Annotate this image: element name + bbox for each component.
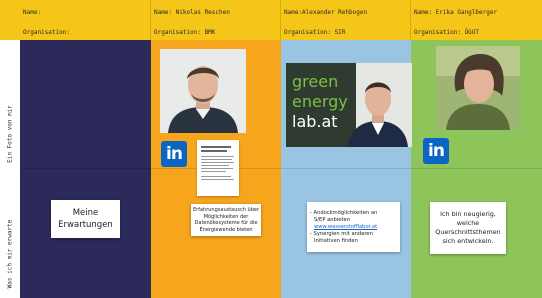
doc-line xyxy=(201,150,227,152)
note-link[interactable]: www.wasserstofflabor.at xyxy=(310,224,397,231)
document-thumbnail[interactable] xyxy=(197,140,239,196)
doc-line xyxy=(201,168,233,169)
note-line: S/EP anbieten xyxy=(314,216,351,223)
header-org-cell[interactable]: Organisation: xyxy=(20,24,151,40)
banner-line-2: energy xyxy=(292,92,348,111)
photo-alexander[interactable]: green energy lab.at xyxy=(286,63,412,147)
header-org-bmk[interactable]: Organisation: BMK xyxy=(151,24,281,40)
portrait-erika-image xyxy=(436,46,520,130)
note-line: Erwartungen xyxy=(58,220,113,230)
sticky-note-erika[interactable]: Ich bin neugierig, welche Querschnittsth… xyxy=(430,202,506,254)
header-org-oegut[interactable]: Organisation: ÖGUT xyxy=(411,24,542,40)
sticky-note-alexander[interactable]: - Andockmöglichkeiten an S/EP anbieten w… xyxy=(307,202,400,252)
header-name-cell[interactable]: Name: xyxy=(20,0,151,24)
doc-line xyxy=(201,165,229,166)
portrait-nikolas-image xyxy=(160,49,246,133)
doc-line xyxy=(201,156,234,157)
doc-line xyxy=(201,162,234,163)
linkedin-icon-glyph: in xyxy=(166,144,183,164)
linkedin-icon[interactable]: in xyxy=(161,141,187,167)
row-label-sidebar: Ein Foto von mir Was ich mir erwarte xyxy=(0,40,21,298)
photo-nikolas[interactable] xyxy=(160,49,246,133)
note-line: welche xyxy=(456,219,480,227)
sticky-note-expectations-title[interactable]: Meine Erwartungen xyxy=(51,200,120,238)
banner-line-1: green xyxy=(292,72,338,91)
whiteboard-canvas[interactable]: Name: Name: Nikolas Reschen Name:Alexand… xyxy=(0,0,542,298)
column-template[interactable] xyxy=(20,40,151,298)
note-line: Querschnittsthemen xyxy=(435,228,501,236)
photo-erika[interactable] xyxy=(436,46,520,130)
note-line: - Andockmöglichkeiten an xyxy=(310,209,378,216)
portrait-alexander-image: green energy lab.at xyxy=(286,63,412,147)
header-row-name: Name: Name: Nikolas Reschen Name:Alexand… xyxy=(0,0,542,25)
doc-line xyxy=(201,176,231,177)
doc-line xyxy=(201,179,234,180)
sticky-note-nikolas[interactable]: Erfahrungsaustausch über Möglichkeiten d… xyxy=(191,204,261,236)
doc-line xyxy=(201,146,231,148)
row-label-photo: Ein Foto von mir xyxy=(6,105,14,163)
linkedin-icon-glyph: in xyxy=(428,141,445,161)
note-line: sich entwickeln. xyxy=(442,237,494,245)
header-org-sir[interactable]: Organisation: SIR xyxy=(281,24,411,40)
header-row-organisation: Organisation: Organisation: BMK Organisa… xyxy=(0,24,542,40)
banner-line-3: lab.at xyxy=(292,112,338,131)
note-line: Initiativen finden xyxy=(314,237,358,244)
note-line: Meine xyxy=(72,208,99,218)
row-label-expectations: Was ich mir erwarte xyxy=(6,219,14,289)
note-line: Energiewende bieten xyxy=(199,226,253,233)
note-line: - Synergien mit anderen xyxy=(310,230,373,237)
note-line: Ich bin neugierig, xyxy=(440,210,496,218)
doc-line xyxy=(201,159,232,160)
header-name-nikolas[interactable]: Name: Nikolas Reschen xyxy=(151,0,281,24)
linkedin-icon[interactable]: in xyxy=(423,138,449,164)
header-name-erika[interactable]: Name: Erika Ganglberger xyxy=(411,0,542,24)
header-name-alexander[interactable]: Name:Alexander Rehbogen xyxy=(281,0,411,24)
row-divider xyxy=(20,168,542,169)
doc-line xyxy=(201,171,226,172)
